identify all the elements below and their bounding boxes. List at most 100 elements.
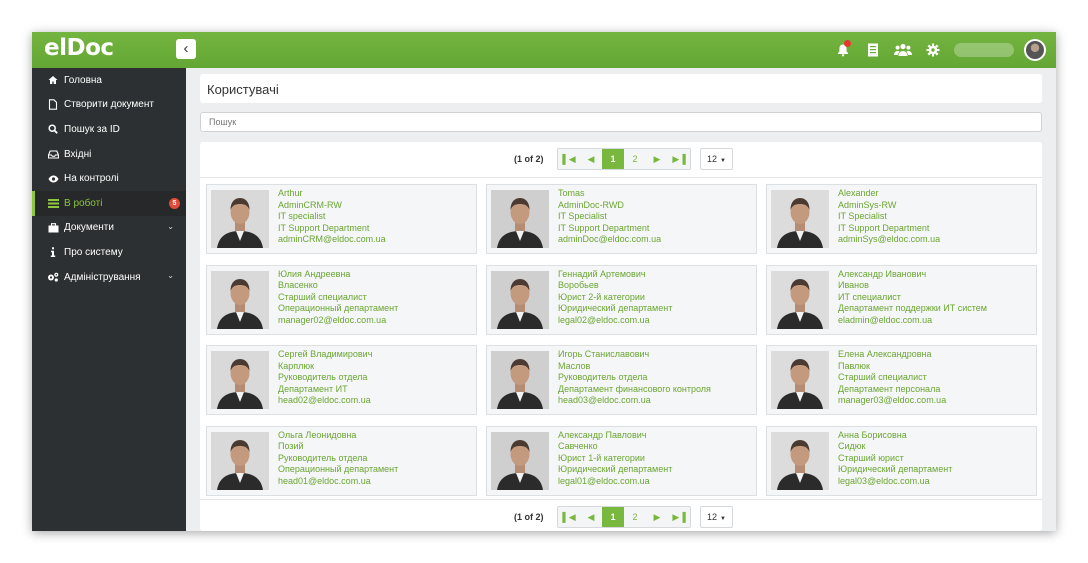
user-position: Руководитель отдела — [558, 372, 648, 382]
user-position: Старший специалист — [838, 372, 927, 382]
user-card[interactable]: Ольга Леонидовна Позий Руководитель отдела… — [206, 425, 477, 496]
documents-button[interactable] — [858, 32, 888, 68]
user-last-name: AdminDoc-RWD — [558, 199, 624, 210]
user-avatar[interactable] — [1024, 39, 1046, 61]
page-1-button[interactable]: 1 — [602, 149, 624, 169]
sidebar-item-create-document[interactable]: Створити документ — [32, 93, 186, 118]
user-card[interactable]: Александр Иванович Иванов ИТ специалист Деп… — [766, 264, 1037, 335]
home-icon — [46, 75, 60, 85]
in-progress-count-badge: 5 — [169, 197, 180, 209]
last-page-button[interactable]: ▶▐ — [668, 507, 690, 527]
sidebar-item-home[interactable]: Головна — [32, 68, 186, 93]
user-email[interactable]: manager02@eldoc.com.ua — [278, 315, 398, 327]
last-page-button[interactable]: ▶▐ — [668, 149, 690, 169]
next-page-button[interactable]: ▶ — [646, 507, 668, 527]
user-card[interactable]: Юлия Андреевна Власенко Старший специалист… — [206, 264, 477, 335]
user-photo — [211, 270, 269, 329]
user-email[interactable]: head03@eldoc.com.ua — [558, 395, 711, 407]
user-card[interactable]: Александр Павлович Савченко Юрист 1-й кате… — [486, 425, 757, 496]
users-button[interactable] — [888, 32, 918, 68]
user-photo — [771, 270, 829, 329]
cogs-icon — [46, 272, 60, 282]
page-2-button[interactable]: 2 — [624, 149, 646, 169]
user-card[interactable]: Игорь Станиславович Маслов Руководитель от… — [486, 345, 757, 415]
avatar-image — [1026, 41, 1044, 59]
settings-button[interactable] — [918, 32, 948, 68]
user-card[interactable]: Елена Александровна Павлюк Старший специал… — [766, 345, 1037, 415]
last-page-icon: ▶▐ — [672, 511, 686, 522]
eye-icon — [46, 175, 60, 183]
user-position: IT Specialist — [558, 211, 607, 221]
sidebar-item-documents[interactable]: Документи ⌄ — [32, 216, 186, 241]
user-card[interactable]: Геннадий Артемович Воробьев Юрист 2-й кате… — [486, 264, 757, 335]
notifications-button[interactable] — [828, 32, 858, 68]
pagination-top: (1 of 2) ▌◀ ◀ 1 2 ▶ ▶▐ 12 ▼ — [200, 142, 1042, 178]
user-card[interactable]: Arthur AdminCRM-RW IT specialist IT Support… — [206, 184, 477, 254]
next-page-button[interactable]: ▶ — [646, 149, 668, 169]
search-input[interactable] — [200, 112, 1042, 132]
user-last-name: Павлюк — [838, 360, 870, 371]
user-details: Елена Александровна Павлюк Старший специал… — [838, 349, 946, 407]
user-email[interactable]: head02@eldoc.com.ua — [278, 395, 372, 407]
user-first-name: Tomas — [558, 188, 585, 198]
user-photo — [211, 190, 269, 248]
chevron-down-icon: ⌄ — [167, 221, 174, 231]
user-card[interactable]: Сергей Владимирович Карплюк Руководитель о… — [206, 345, 477, 415]
page-size-select[interactable]: 12 ▼ — [700, 148, 733, 170]
user-name-blurred[interactable] — [954, 43, 1014, 57]
caret-down-icon: ▼ — [720, 158, 726, 164]
users-icon — [894, 43, 912, 56]
user-email[interactable]: legal03@eldoc.com.ua — [838, 476, 952, 488]
user-email[interactable]: adminSys@eldoc.com.ua — [838, 234, 940, 246]
prev-page-icon: ◀ — [587, 153, 595, 164]
user-details: Tomas AdminDoc-RWD IT Specialist IT Support… — [558, 188, 661, 246]
user-email[interactable]: head01@eldoc.com.ua — [278, 476, 398, 488]
sidebar-item-about[interactable]: Про систему — [32, 240, 186, 265]
page-size-select[interactable]: 12 ▼ — [700, 506, 733, 528]
document-icon — [868, 43, 878, 57]
user-details: Игорь Станиславович Маслов Руководитель от… — [558, 349, 711, 407]
tasks-icon — [46, 198, 60, 208]
pagination-bottom: (1 of 2) ▌◀ ◀ 1 2 ▶ ▶▐ 12 ▼ — [200, 499, 1042, 531]
prev-page-button[interactable]: ◀ — [580, 149, 602, 169]
user-email[interactable]: manager03@eldoc.com.ua — [838, 395, 946, 407]
prev-page-button[interactable]: ◀ — [580, 507, 602, 527]
briefcase-icon — [46, 223, 60, 233]
first-page-button[interactable]: ▌◀ — [558, 149, 580, 169]
user-card[interactable]: Анна Борисовна Сидюк Старший юрист Юридичес… — [766, 425, 1037, 496]
pagination-buttons: ▌◀ ◀ 1 2 ▶ ▶▐ — [557, 506, 691, 528]
sidebar-item-on-control[interactable]: На контролі — [32, 166, 186, 191]
user-first-name: Юлия Андреевна — [278, 268, 351, 279]
sidebar-collapse-button[interactable]: ‹ — [176, 39, 196, 59]
first-page-icon: ▌◀ — [562, 511, 576, 522]
user-email[interactable]: adminDoc@eldoc.com.ua — [558, 234, 661, 246]
sidebar-item-inbox[interactable]: Вхідні — [32, 142, 186, 167]
sidebar-item-in-progress[interactable]: В роботі 5 — [32, 190, 186, 216]
top-bar: elDoc ‹ — [32, 32, 1056, 68]
user-card[interactable]: Tomas AdminDoc-RWD IT Specialist IT Support… — [486, 184, 757, 254]
user-photo — [491, 190, 549, 248]
user-position: Юрист 2-й категории — [558, 291, 645, 302]
next-page-icon: ▶ — [653, 511, 661, 522]
page-title: Користувачі — [207, 82, 279, 97]
sidebar-item-search-by-id[interactable]: Пошук за ID — [32, 117, 186, 142]
user-email[interactable]: adminCRM@eldoc.com.ua — [278, 234, 386, 246]
user-email[interactable]: legal01@eldoc.com.ua — [558, 476, 672, 488]
sidebar-item-administration[interactable]: Адміністрування ⌄ — [32, 265, 186, 290]
user-first-name: Александр Павлович — [558, 429, 647, 440]
user-details: Геннадий Артемович Воробьев Юрист 2-й кате… — [558, 269, 672, 327]
user-photo — [491, 351, 549, 409]
user-department: Департамент персонала — [838, 383, 941, 394]
app-logo[interactable]: elDoc — [44, 35, 114, 61]
first-page-icon: ▌◀ — [562, 153, 576, 164]
user-position: Руководитель отдела — [278, 452, 368, 463]
app-window: elDoc ‹ Головна Створити документ Пошук … — [32, 32, 1056, 531]
user-email[interactable]: legal02@eldoc.com.ua — [558, 315, 672, 327]
first-page-button[interactable]: ▌◀ — [558, 507, 580, 527]
page-1-button[interactable]: 1 — [602, 507, 624, 527]
chevron-left-icon: ‹ — [183, 40, 189, 57]
user-card[interactable]: Alexander AdminSys-RW IT Specialist IT Supp… — [766, 184, 1037, 254]
user-photo — [771, 431, 829, 490]
page-2-button[interactable]: 2 — [624, 507, 646, 527]
user-email[interactable]: eladmin@eldoc.com.ua — [838, 315, 987, 327]
